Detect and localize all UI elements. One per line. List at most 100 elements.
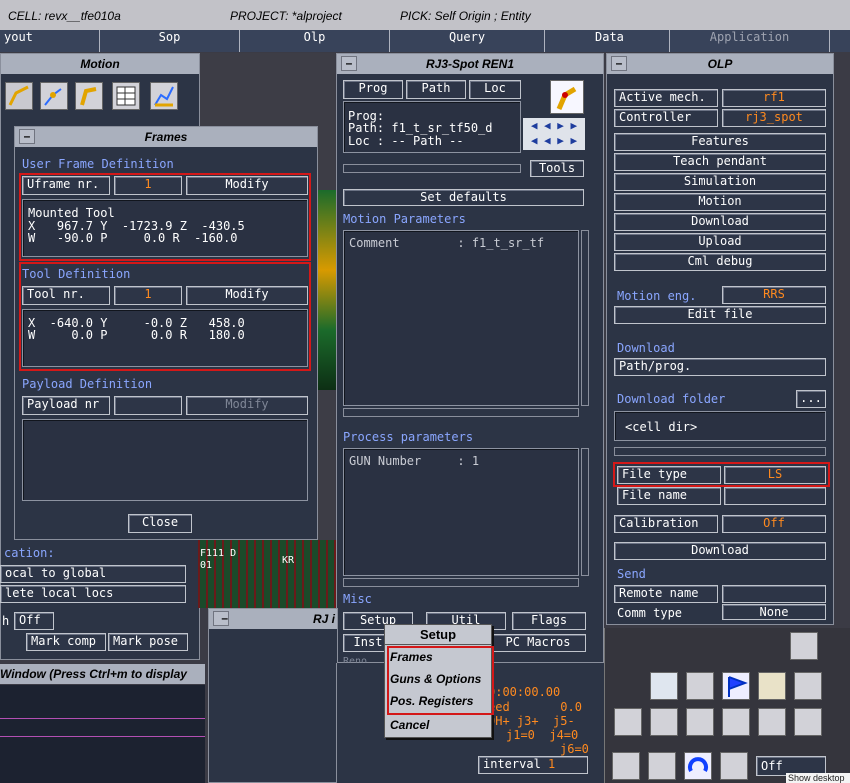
layers-icon[interactable] — [650, 672, 678, 700]
uframe-heading: User Frame Definition — [22, 157, 174, 171]
payload-values-box — [22, 419, 308, 501]
motion-params-heading: Motion Parameters — [343, 212, 466, 226]
robot-joint-icon[interactable] — [40, 82, 68, 110]
motion-icon[interactable] — [5, 82, 33, 110]
tooltip-text: Show desktop — [788, 773, 845, 783]
send-heading: Send — [617, 567, 646, 581]
interval-field[interactable]: interval 1 — [478, 756, 588, 774]
remote-name-label: Remote name — [614, 585, 718, 603]
folder-browse-button[interactable]: ... — [796, 390, 826, 408]
motion-button[interactable]: Motion — [614, 193, 826, 211]
motion-params-list[interactable] — [343, 230, 579, 406]
gripper-icon[interactable] — [758, 672, 786, 700]
robot-icon[interactable] — [720, 752, 748, 780]
cycle-time: 0:00:00.00 — [488, 685, 561, 699]
toggle-prefix: h — [2, 614, 10, 628]
file-name-field[interactable] — [724, 487, 826, 505]
process-params-hscroll[interactable] — [343, 578, 579, 587]
download-button[interactable]: Download — [614, 213, 826, 231]
title-bar: CELL: revx__tfe010a PROJECT: *alproject … — [0, 0, 850, 31]
payload-modify-button[interactable]: Modify — [186, 396, 308, 415]
mark-comp-button[interactable]: Mark comp — [26, 633, 106, 651]
local-to-global-button[interactable]: ocal to global — [0, 565, 186, 583]
signature-icon[interactable] — [722, 708, 750, 736]
project-label: PROJECT: *alproject — [230, 9, 342, 23]
tab-loc[interactable]: Loc — [469, 80, 521, 99]
menu-sop[interactable]: Sop — [100, 30, 240, 52]
edit-file-button[interactable]: Edit file — [614, 306, 826, 324]
scene-label-2: 01 — [200, 560, 213, 571]
comm-type-select[interactable]: None — [722, 604, 826, 620]
rj3-menu-button[interactable]: – — [341, 56, 357, 71]
motion-params-vscroll[interactable] — [581, 230, 589, 406]
olp-menu-button[interactable]: – — [611, 56, 627, 71]
menu-query[interactable]: Query — [390, 30, 545, 52]
scene-label-1: F111 D — [200, 548, 237, 559]
swap-icon[interactable] — [614, 708, 642, 736]
rj3-hscroll[interactable] — [343, 164, 521, 173]
payload-label: Payload nr — [22, 396, 110, 415]
simulation-button[interactable]: Simulation — [614, 173, 826, 191]
pc-macros-button[interactable]: PC Macros — [490, 634, 586, 652]
frames-close-button[interactable]: Close — [128, 514, 192, 533]
robot-teach-icon[interactable] — [550, 80, 584, 114]
menu-olp[interactable]: Olp — [240, 30, 390, 52]
flags-button[interactable]: Flags — [512, 612, 586, 630]
teach-pendant-button[interactable]: Teach pendant — [614, 153, 826, 171]
set-defaults-button[interactable]: Set defaults — [343, 189, 584, 206]
rj-lower-menu-button[interactable]: – — [213, 611, 229, 626]
chart-icon[interactable] — [758, 708, 786, 736]
grid-icon[interactable] — [794, 708, 822, 736]
upload-button[interactable]: Upload — [614, 233, 826, 251]
crop-icon[interactable] — [790, 632, 818, 660]
robot-arm-icon[interactable] — [75, 82, 103, 110]
camera-icon[interactable] — [612, 752, 640, 780]
tools-button[interactable]: Tools — [530, 160, 584, 177]
timeline-area[interactable] — [0, 685, 205, 783]
cml-debug-button[interactable]: Cml debug — [614, 253, 826, 271]
olp-hscroll[interactable] — [614, 447, 826, 456]
path-prog-field[interactable]: Path/prog. — [614, 358, 826, 376]
calibration-field[interactable]: Off — [722, 515, 826, 533]
table-icon[interactable] — [112, 82, 140, 110]
controller-field[interactable]: rj3_spot — [722, 109, 826, 127]
loc-text: Loc : -- Path -- — [348, 134, 464, 148]
motion-params-hscroll[interactable] — [343, 408, 579, 417]
location-label: cation: — [4, 546, 55, 560]
path-text: Path: f1_t_sr_tf50_d — [348, 121, 493, 135]
motion-eng-field[interactable]: RRS — [722, 286, 826, 304]
tab-prog[interactable]: Prog — [343, 80, 403, 99]
menu-layout[interactable]: yout — [0, 30, 100, 52]
delete-local-locs-button[interactable]: lete local locs — [0, 585, 186, 603]
joints-row-3: j6=0 — [560, 742, 589, 756]
active-mech-field[interactable]: rf1 — [722, 89, 826, 107]
process-params-vscroll[interactable] — [581, 448, 589, 576]
off-toggle[interactable]: Off — [14, 612, 54, 630]
download-execute-button[interactable]: Download — [614, 542, 826, 560]
calibration-label: Calibration — [614, 515, 718, 533]
joints-row-2: j1=0 j4=0 — [506, 728, 579, 742]
misc-heading: Misc — [343, 592, 372, 606]
graph-icon[interactable] — [150, 82, 178, 110]
speed-row: eed 0.0 — [488, 700, 582, 714]
tab-path[interactable]: Path — [406, 80, 466, 99]
off-dropdown-label: Off — [761, 759, 783, 773]
rotate-icon[interactable] — [684, 752, 712, 780]
document-icon[interactable] — [686, 672, 714, 700]
remote-name-field[interactable] — [722, 585, 826, 603]
payload-number-field[interactable] — [114, 396, 182, 415]
flag-icon[interactable] — [722, 672, 750, 700]
features-button[interactable]: Features — [614, 133, 826, 151]
setup-menu-item-cancel[interactable]: Cancel — [390, 718, 429, 732]
stack-icon[interactable] — [650, 708, 678, 736]
edit-icon[interactable] — [686, 708, 714, 736]
mark-pose-button[interactable]: Mark pose — [108, 633, 188, 651]
comment-row: Comment : f1_t_sr_tf — [349, 236, 545, 250]
nav-arrows[interactable]: ◀ ◀ ▶ ▶ ◀ ◀ ▶ ▶ — [523, 118, 585, 150]
frames-menu-button[interactable]: – — [19, 129, 35, 144]
joint-icon[interactable] — [794, 672, 822, 700]
target-icon[interactable] — [648, 752, 676, 780]
menu-data[interactable]: Data — [545, 30, 670, 52]
joints-row-1: 0H+ j3+ j5- — [488, 714, 575, 728]
menu-application[interactable]: Application — [670, 30, 830, 52]
